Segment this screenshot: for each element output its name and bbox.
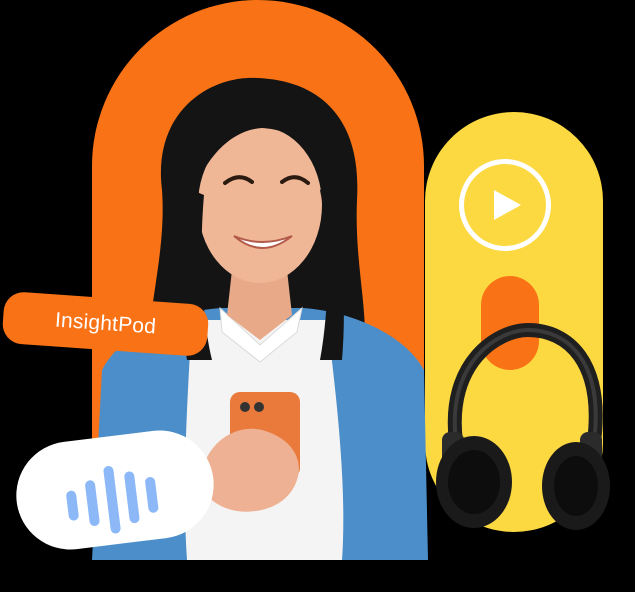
audio-wave-icon (66, 465, 159, 534)
headphones-icon (436, 322, 610, 530)
play-triangle (494, 190, 521, 220)
brand-name: InsightPod (54, 308, 157, 339)
hero-illustration: InsightPod (0, 0, 635, 592)
